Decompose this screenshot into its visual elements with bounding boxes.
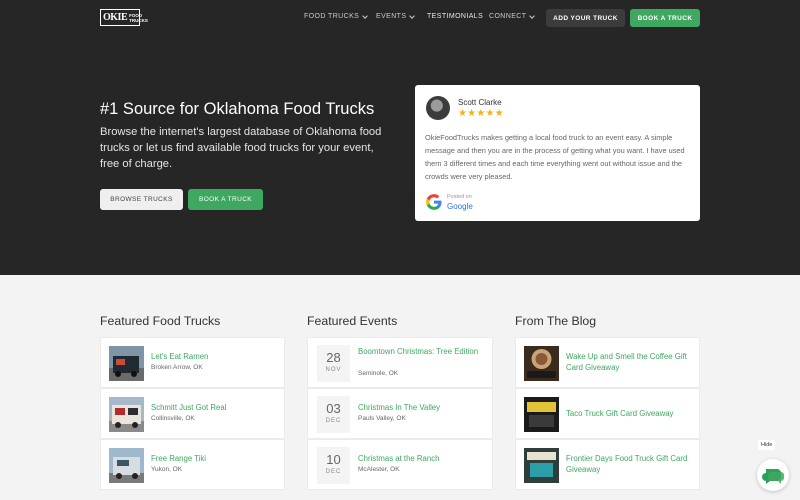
chevron-down-icon <box>409 12 416 19</box>
blog-thumbnail <box>524 346 559 381</box>
review-source-link[interactable]: Google <box>447 202 473 211</box>
featured-events-title: Featured Events <box>307 314 398 328</box>
truck-card[interactable]: Schmitt Just Got Real Collinsville, OK <box>100 388 285 439</box>
event-day: 28 <box>326 350 341 365</box>
blog-post-title[interactable]: Taco Truck Gift Card Giveaway <box>566 408 673 419</box>
book-truck-hero-button[interactable]: BOOK A TRUCK <box>188 189 263 210</box>
blog-post-title[interactable]: Frontier Days Food Truck Gift Card Givea… <box>566 453 691 475</box>
posted-on-label: Posted on <box>447 194 472 200</box>
featured-trucks-title: Featured Food Trucks <box>100 314 221 328</box>
event-name[interactable]: Christmas In The Valley <box>358 402 440 413</box>
blog-card[interactable]: Frontier Days Food Truck Gift Card Givea… <box>515 439 700 490</box>
chat-icon <box>762 469 784 484</box>
nav-testimonials-label: TESTIMONIALS <box>427 13 484 20</box>
book-truck-header-button[interactable]: BOOK A TRUCK <box>630 9 700 27</box>
hero-description: Browse the internet's largest database o… <box>100 126 382 170</box>
logo-subtext: FOOD TRUCKS <box>129 12 148 23</box>
event-day: 03 <box>326 401 341 416</box>
truck-thumbnail <box>109 397 144 432</box>
nav-food-trucks-label: FOOD TRUCKS <box>304 13 360 20</box>
site-logo[interactable]: OKIE FOOD TRUCKS <box>100 9 148 26</box>
blog-thumbnail <box>524 397 559 432</box>
event-date: 10 DEC <box>317 447 350 484</box>
nav-connect-label: CONNECT <box>489 13 527 20</box>
hero-title: #1 Source for Oklahoma Food Trucks <box>100 100 375 118</box>
review-text: OkieFoodTrucks makes getting a local foo… <box>425 133 685 181</box>
logo-mark: OKIE <box>103 12 128 23</box>
reviewer-name: Scott Clarke <box>458 98 502 107</box>
blog-post-title[interactable]: Wake Up and Smell the Coffee Gift Card G… <box>566 351 691 373</box>
nav-events[interactable]: EVENTS <box>376 12 416 20</box>
event-name[interactable]: Boomtown Christmas: Tree Edition <box>358 346 483 357</box>
event-location: Seminole, OK <box>358 370 399 377</box>
browse-trucks-button[interactable]: BROWSE TRUCKS <box>100 189 183 210</box>
review-card: Scott Clarke ★★★★★ OkieFoodTrucks makes … <box>415 85 700 221</box>
truck-thumbnail <box>109 346 144 381</box>
event-month: NOV <box>325 367 342 373</box>
truck-name[interactable]: Let's Eat Ramen <box>151 351 208 362</box>
event-location: Pauls Valley, OK <box>358 415 406 422</box>
chevron-down-icon <box>529 12 536 19</box>
blog-thumbnail <box>524 448 559 483</box>
hide-chat-button[interactable]: Hide <box>758 440 776 450</box>
truck-location: Yukon, OK <box>151 466 183 473</box>
truck-name[interactable]: Free Range Tiki <box>151 453 206 464</box>
event-date: 03 DEC <box>317 396 350 433</box>
event-card[interactable]: 10 DEC Christmas at the Ranch McAlester,… <box>307 439 493 490</box>
blog-card[interactable]: Taco Truck Gift Card Giveaway <box>515 388 700 439</box>
reviewer-avatar <box>426 96 450 120</box>
google-icon <box>426 194 442 210</box>
chat-widget-button[interactable] <box>757 459 789 491</box>
event-month: DEC <box>325 469 342 475</box>
truck-card[interactable]: Let's Eat Ramen Broken Arrow, OK <box>100 337 285 388</box>
event-date: 28 NOV <box>317 345 350 382</box>
event-name[interactable]: Christmas at the Ranch <box>358 453 439 464</box>
event-card[interactable]: 28 NOV Boomtown Christmas: Tree Edition … <box>307 337 493 388</box>
blog-card[interactable]: Wake Up and Smell the Coffee Gift Card G… <box>515 337 700 388</box>
truck-name[interactable]: Schmitt Just Got Real <box>151 402 226 413</box>
event-location: McAlester, OK <box>358 466 400 473</box>
add-your-truck-button[interactable]: ADD YOUR TRUCK <box>546 9 625 27</box>
event-day: 10 <box>326 452 341 467</box>
truck-thumbnail <box>109 448 144 483</box>
rating-stars: ★★★★★ <box>458 108 504 119</box>
event-card[interactable]: 03 DEC Christmas In The Valley Pauls Val… <box>307 388 493 439</box>
chevron-down-icon <box>362 12 369 19</box>
event-month: DEC <box>325 418 342 424</box>
nav-connect[interactable]: CONNECT <box>489 12 536 20</box>
truck-card[interactable]: Free Range Tiki Yukon, OK <box>100 439 285 490</box>
nav-food-trucks[interactable]: FOOD TRUCKS <box>304 12 369 20</box>
nav-events-label: EVENTS <box>376 13 407 20</box>
nav-testimonials[interactable]: TESTIMONIALS <box>427 13 483 20</box>
blog-title: From The Blog <box>515 314 597 328</box>
truck-location: Broken Arrow, OK <box>151 364 203 371</box>
truck-location: Collinsville, OK <box>151 415 195 422</box>
